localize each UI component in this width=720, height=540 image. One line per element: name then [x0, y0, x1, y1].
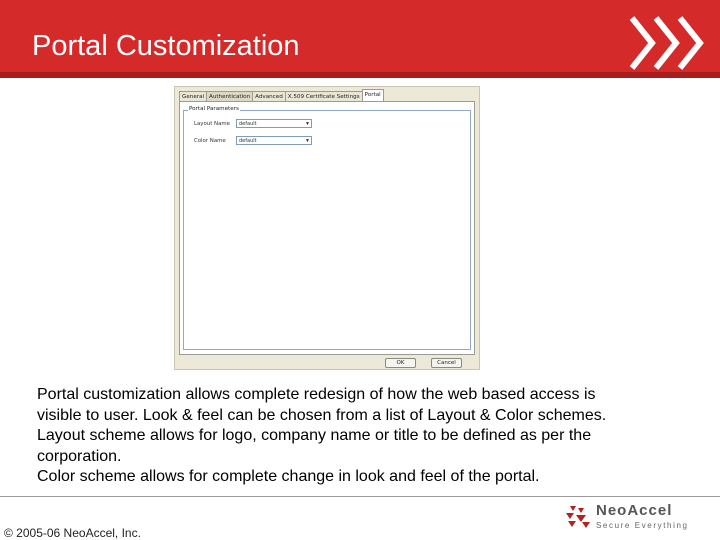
title-bar: Portal Customization [0, 0, 720, 78]
body-line: Color scheme allows for complete change … [37, 468, 540, 485]
layout-name-value: default [239, 121, 257, 127]
tab-general[interactable]: General [179, 91, 208, 101]
layout-name-label: Layout Name [194, 121, 230, 127]
neoaccel-logo-icon [566, 506, 590, 528]
footer-divider [0, 496, 720, 497]
ok-button[interactable]: OK [385, 358, 416, 368]
color-name-value: default [239, 138, 257, 144]
logo-name: NeoAccel [596, 502, 673, 519]
tab-advanced[interactable]: Advanced [252, 91, 286, 101]
portal-parameters-group: Portal Parameters Layout Name default ▼ … [183, 106, 471, 350]
chevron-down-icon: ▼ [305, 121, 310, 127]
chevron-down-icon: ▼ [305, 138, 310, 144]
body-paragraph: Portal customization allows complete red… [37, 385, 697, 488]
group-title: Portal Parameters [188, 106, 240, 112]
tab-authentication[interactable]: Authentication [206, 91, 254, 101]
body-line: corporation. [37, 447, 122, 465]
logo-tagline: Secure Everything [596, 521, 689, 530]
copyright-text: © 2005-06 NeoAccel, Inc. [4, 526, 141, 540]
body-line: visible to user. Look & feel can be chos… [37, 406, 607, 424]
slide-title: Portal Customization [32, 30, 300, 62]
title-bar-shade [0, 72, 720, 78]
color-name-select[interactable]: default ▼ [236, 136, 312, 145]
body-line: Portal customization allows complete red… [37, 386, 596, 403]
color-name-label: Color Name [194, 138, 226, 144]
tab-x509-certificate-settings[interactable]: X.509 Certificate Settings [284, 91, 363, 101]
tab-portal[interactable]: Portal [361, 89, 384, 101]
tab-panel: Portal Parameters Layout Name default ▼ … [179, 101, 475, 355]
settings-dialog-screenshot: General Authentication Advanced X.509 Ce… [174, 86, 480, 370]
layout-name-select[interactable]: default ▼ [236, 119, 312, 128]
neoaccel-logo: NeoAccel Secure Everything [562, 500, 712, 534]
body-line: Layout scheme allows for logo, company n… [37, 427, 592, 444]
tab-strip: General Authentication Advanced X.509 Ce… [179, 89, 384, 101]
triple-chevron-right-icon [629, 16, 704, 70]
cancel-button[interactable]: Cancel [431, 358, 462, 368]
